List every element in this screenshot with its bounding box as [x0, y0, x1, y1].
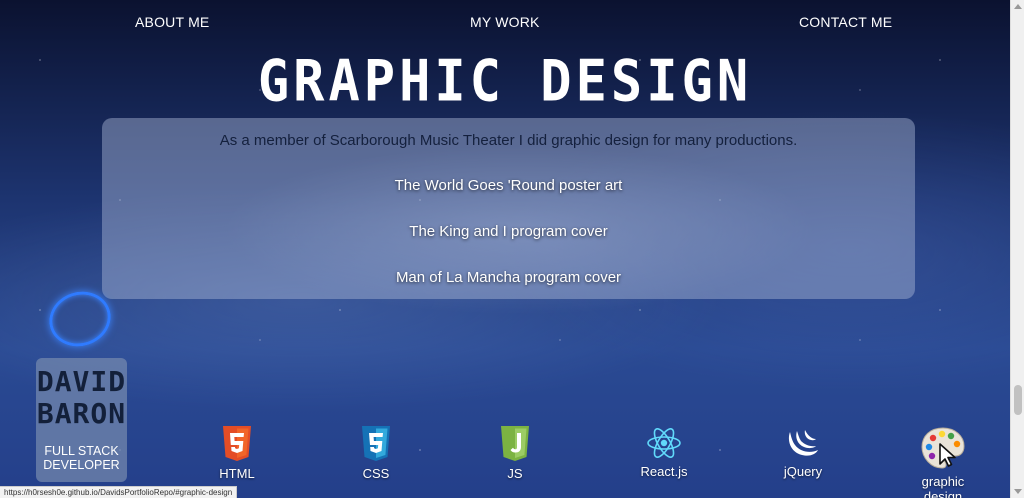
logo-name-last: BARON [36, 397, 127, 430]
logo-name: DAVID BARON [36, 366, 127, 430]
vertical-scrollbar[interactable] [1010, 0, 1024, 498]
css3-icon [362, 426, 390, 461]
skill-label-css: CSS [362, 466, 390, 481]
skill-label-jquery: jQuery [783, 464, 823, 479]
skill-label-html: HTML [219, 466, 255, 481]
project-link-king-and-i[interactable]: The King and I program cover [102, 223, 915, 240]
project-link-man-of-la-mancha[interactable]: Man of La Mancha program cover [102, 269, 915, 286]
panel-intro: As a member of Scarborough Music Theater… [219, 132, 798, 149]
logo-role: FULL STACK DEVELOPER [36, 444, 127, 472]
skill-css[interactable]: CSS [331, 426, 421, 481]
logo-name-first: DAVID [36, 365, 127, 398]
logo-card[interactable]: DAVID BARON FULL STACK DEVELOPER [36, 358, 127, 482]
skill-js[interactable]: JS [470, 426, 560, 481]
graphic-design-panel: As a member of Scarborough Music Theater… [102, 118, 915, 299]
scroll-up-arrow-icon[interactable] [1014, 4, 1022, 9]
browser-status-url: https://h0rsesh0e.github.io/DavidsPortfo… [0, 486, 238, 498]
project-link-world-goes-round[interactable]: The World Goes 'Round poster art [102, 177, 915, 194]
javascript-icon [501, 426, 529, 461]
nav-contact-me[interactable]: CONTACT ME [799, 14, 892, 30]
nav-my-work[interactable]: MY WORK [470, 14, 540, 30]
scrollbar-thumb[interactable] [1014, 385, 1022, 415]
skill-jquery[interactable]: jQuery [758, 426, 848, 479]
skill-html[interactable]: HTML [192, 426, 282, 481]
logo-role-line1: FULL STACK [44, 444, 119, 458]
skill-label-graphic-design: graphic design [921, 474, 965, 498]
html5-icon [223, 426, 251, 461]
jquery-icon [788, 430, 818, 456]
page-title: GRAPHIC DESIGN [257, 49, 753, 115]
scroll-down-arrow-icon[interactable] [1014, 489, 1022, 494]
skill-react[interactable]: React.js [619, 426, 709, 479]
top-nav: ABOUT ME MY WORK CONTACT ME [0, 14, 1010, 34]
skill-graphic-design[interactable]: graphic design [898, 426, 988, 498]
logo-role-line2: DEVELOPER [43, 458, 120, 472]
skill-label-js: JS [507, 466, 523, 481]
react-icon [647, 428, 681, 458]
palette-icon [921, 427, 965, 469]
nav-about-me[interactable]: ABOUT ME [135, 14, 209, 30]
skill-label-react: React.js [640, 464, 688, 479]
